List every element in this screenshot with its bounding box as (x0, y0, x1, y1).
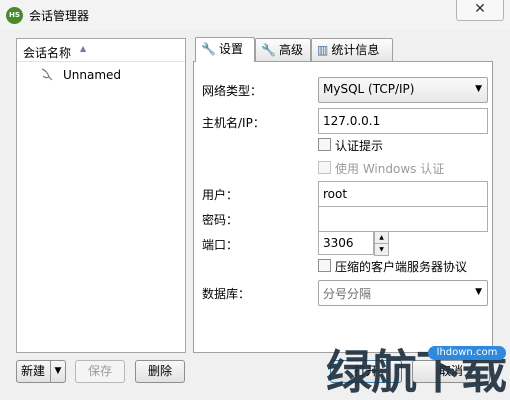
network-type-value: MySQL (TCP/IP) (323, 82, 415, 96)
delete-button[interactable]: 删除 (135, 360, 185, 383)
network-type-select[interactable]: MySQL (TCP/IP) ▼ (318, 77, 488, 103)
session-dolphin-icon (41, 68, 53, 81)
session-list: 会话名称 ▲ Unnamed (16, 38, 186, 353)
host-value: 127.0.0.1 (323, 114, 381, 128)
chevron-down-icon: ▼ (475, 287, 482, 297)
compress-label: 压缩的客户端服务器协议 (335, 260, 468, 274)
tab-advanced[interactable]: 🔧 高级 (255, 38, 311, 61)
database-select[interactable]: 分号分隔 ▼ (318, 280, 488, 306)
database-value: 分号分隔 (323, 287, 372, 301)
settings-page: 网络类型： MySQL (TCP/IP) ▼ 主机名/IP： 127.0.0.1… (193, 61, 493, 353)
host-input[interactable]: 127.0.0.1 (318, 108, 488, 134)
chevron-down-icon[interactable]: ▼ (50, 361, 65, 382)
tab-settings[interactable]: 🔧 设置 (195, 37, 255, 62)
window-title: 会话管理器 (29, 9, 90, 23)
windows-auth-checkbox[interactable] (318, 161, 331, 174)
auth-prompt-label: 认证提示 (335, 139, 384, 153)
port-input[interactable]: 3306 (318, 231, 374, 255)
session-item[interactable]: Unnamed (39, 67, 179, 85)
chevron-down-icon[interactable]: ▼ (374, 243, 389, 256)
save-button[interactable]: 保存 (75, 360, 125, 383)
app-logo-icon: HS (6, 7, 23, 24)
port-spinner[interactable]: 3306 ▲ ▼ (318, 231, 389, 256)
new-session-button[interactable]: 新建 ▼ (16, 360, 66, 383)
bar-chart-icon: ▥ (317, 43, 329, 57)
new-button-label: 新建 (21, 364, 46, 378)
user-label: 用户： (202, 188, 239, 202)
tab-advanced-label: 高级 (278, 43, 303, 57)
session-list-header[interactable]: 会话名称 ▲ (17, 39, 185, 62)
compress-checkbox[interactable] (318, 259, 331, 272)
session-name-column-header: 会话名称 (23, 46, 72, 60)
user-input[interactable]: root (318, 181, 488, 207)
port-label: 端口： (202, 238, 239, 252)
network-type-label: 网络类型： (202, 84, 263, 98)
password-input[interactable] (318, 206, 488, 232)
watermark-url: lhdown.com (428, 346, 506, 360)
windows-auth-label: 使用 Windows 认证 (335, 162, 445, 176)
tab-statistics[interactable]: ▥ 统计信息 (311, 38, 393, 61)
tab-statistics-label: 统计信息 (331, 43, 380, 57)
wrench-icon: 🔧 (201, 42, 216, 56)
chevron-down-icon: ▼ (475, 84, 482, 94)
user-value: root (323, 187, 348, 201)
wrench-icon: 🔧 (261, 43, 276, 57)
tab-settings-label: 设置 (218, 42, 243, 56)
session-item-label: Unnamed (63, 68, 122, 82)
port-value: 3306 (323, 236, 354, 250)
database-label: 数据库： (202, 287, 251, 301)
auth-prompt-checkbox[interactable] (318, 138, 331, 151)
sort-ascending-icon: ▲ (80, 44, 87, 53)
host-label: 主机名/IP： (202, 116, 265, 130)
title-bar: HS 会话管理器 ✕ (0, 0, 510, 30)
close-window-button[interactable]: ✕ (456, 0, 504, 21)
password-label: 密码： (202, 213, 239, 227)
